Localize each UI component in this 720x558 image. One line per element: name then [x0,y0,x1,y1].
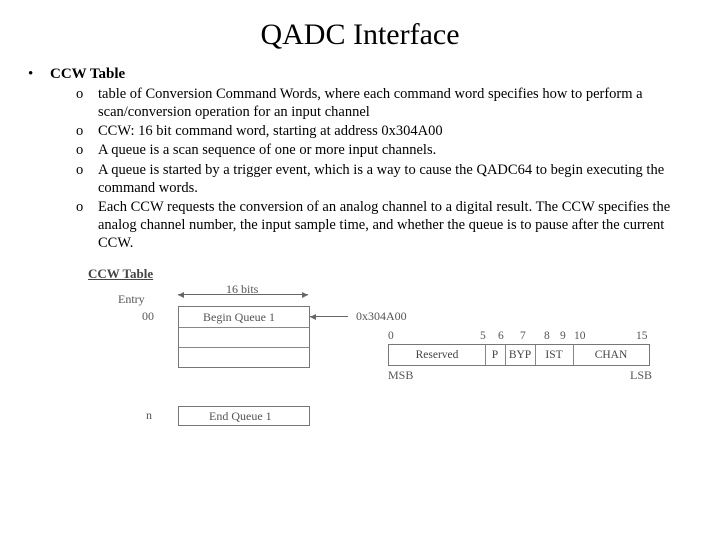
sub-item: o A queue is started by a trigger event,… [76,161,692,197]
slide-title: QADC Interface [0,18,720,52]
row0-index: 00 [142,309,154,324]
diagram-heading: CCW Table [88,266,153,282]
table-divider [179,347,309,348]
sub-text: A queue is started by a trigger event, w… [98,161,692,197]
bullet-marker: • [28,66,50,83]
end-queue-label: End Queue 1 [209,409,272,424]
end-queue-box: End Queue 1 [178,406,310,426]
sub-item: o CCW: 16 bit command word, starting at … [76,122,692,140]
bit-tick: 0 [388,330,394,342]
bitfield-ist: IST [535,345,574,365]
content-area: • CCW Table o table of Conversion Comman… [0,66,720,436]
bit-tick: 15 [636,330,648,342]
rown-index: n [146,408,152,423]
addr-pointer-arrow [310,316,348,317]
bits-label: 16 bits [226,282,258,297]
msb-label: MSB [388,368,413,383]
bit-tick: 10 [574,330,586,342]
sub-item: o Each CCW requests the conversion of an… [76,198,692,252]
bit-tick: 5 [480,330,486,342]
bit-tick: 6 [498,330,504,342]
sub-marker: o [76,161,98,179]
entry-column-label: Entry [118,292,145,307]
bitfield-byp: BYP [505,345,536,365]
bitfield-chan: CHAN [573,345,649,365]
bullet-ccw-table: • CCW Table [28,66,692,83]
begin-queue-label: Begin Queue 1 [203,310,275,325]
ccw-diagram: CCW Table 16 bits Entry Begin Queue 1 00… [88,266,678,436]
sub-marker: o [76,122,98,140]
bitfield-reserved: Reserved [389,345,486,365]
sub-marker: o [76,85,98,103]
bit-tick: 8 [544,330,550,342]
bitfield-box: Reserved P BYP IST CHAN [388,344,650,366]
sub-bullet-list: o table of Conversion Command Words, whe… [28,85,692,252]
row0-address: 0x304A00 [356,309,407,324]
sub-text: table of Conversion Command Words, where… [98,85,692,121]
sub-item: o table of Conversion Command Words, whe… [76,85,692,121]
sub-item: o A queue is a scan sequence of one or m… [76,141,692,159]
sub-marker: o [76,141,98,159]
bit-tick: 9 [560,330,566,342]
ccw-table-box: Begin Queue 1 [178,306,310,368]
bullet-label: CCW Table [50,66,692,83]
lsb-label: LSB [630,368,652,383]
bit-tick: 7 [520,330,526,342]
sub-marker: o [76,198,98,216]
sub-text: Each CCW requests the conversion of an a… [98,198,692,252]
bitfield-p: P [485,345,506,365]
sub-text: A queue is a scan sequence of one or mor… [98,141,692,159]
table-divider [179,327,309,328]
sub-text: CCW: 16 bit command word, starting at ad… [98,122,692,140]
